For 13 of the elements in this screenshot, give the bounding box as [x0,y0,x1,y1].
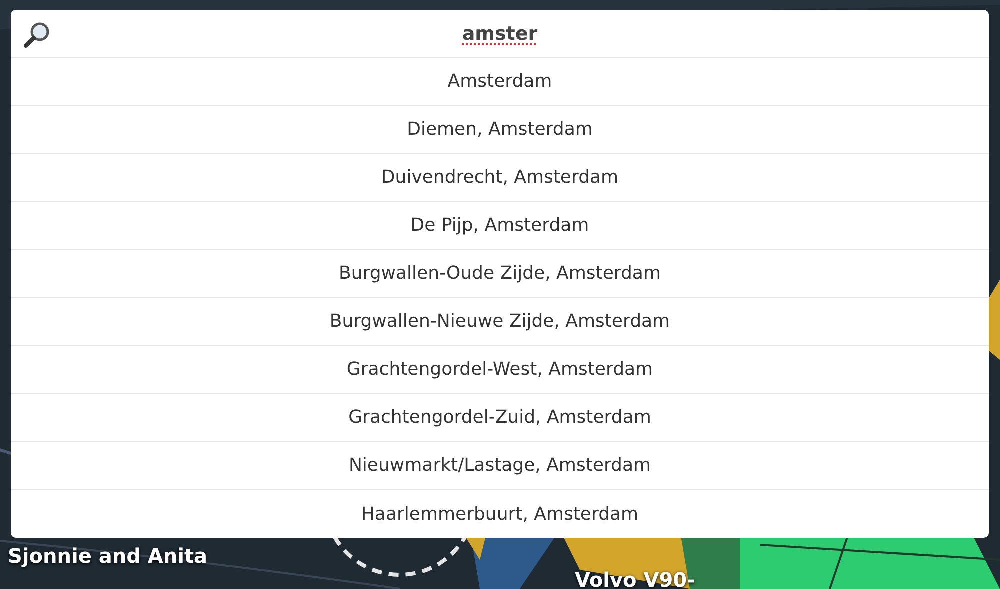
result-item[interactable]: Haarlemmerbuurt, Amsterdam [11,490,989,538]
result-item[interactable]: Amsterdam [11,58,989,106]
result-item[interactable]: Diemen, Amsterdam [11,106,989,154]
search-field[interactable]: amster [11,10,989,58]
map-label: Sjonnie and Anita [8,544,208,568]
result-item[interactable]: De Pijp, Amsterdam [11,202,989,250]
result-item[interactable]: Nieuwmarkt/Lastage, Amsterdam [11,442,989,490]
result-item[interactable]: Grachtengordel-Zuid, Amsterdam [11,394,989,442]
search-icon [23,21,51,49]
result-item[interactable]: Burgwallen-Nieuwe Zijde, Amsterdam [11,298,989,346]
result-item[interactable]: Grachtengordel-West, Amsterdam [11,346,989,394]
result-item[interactable]: Burgwallen-Oude Zijde, Amsterdam [11,250,989,298]
result-item[interactable]: Duivendrecht, Amsterdam [11,154,989,202]
